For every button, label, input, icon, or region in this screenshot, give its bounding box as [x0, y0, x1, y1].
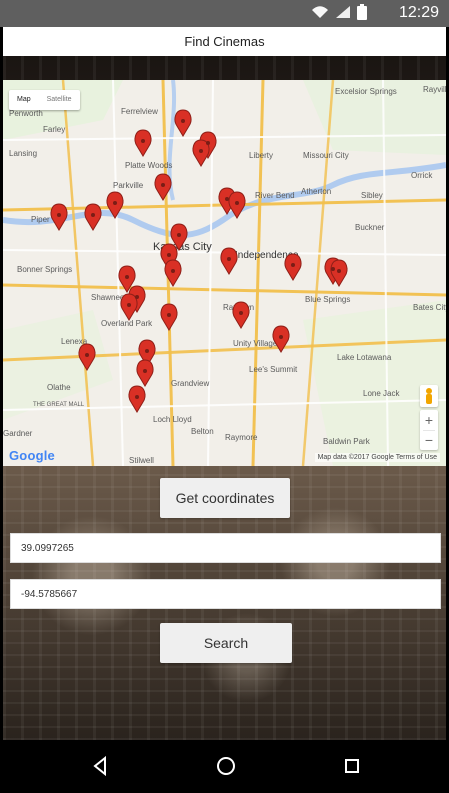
home-button[interactable] [212, 752, 240, 780]
place-label: Bates City [413, 303, 446, 312]
place-label: Loch Lloyd [153, 415, 192, 424]
place-label: Farley [43, 125, 65, 134]
street-view-pegman[interactable] [420, 385, 438, 407]
place-label: Excelsior Springs [335, 87, 397, 96]
place-label: Raymore [225, 433, 258, 442]
android-screen: 12:29 Find Cinemas Penworth Farley Lansi… [0, 0, 449, 793]
map-attribution[interactable]: Map data ©2017 Google Terms of Use [314, 453, 440, 462]
place-label: Sibley [361, 191, 383, 200]
back-button[interactable] [86, 752, 114, 780]
recents-button[interactable] [338, 752, 366, 780]
place-label: Shawnee [91, 293, 125, 302]
place-label: Blue Springs [305, 295, 350, 304]
place-label: Parkville [113, 181, 144, 190]
status-time: 12:29 [398, 4, 439, 21]
search-button[interactable]: Search [160, 623, 292, 663]
place-label: Lone Jack [363, 389, 400, 398]
status-bar: 12:29 [0, 0, 449, 27]
map-view[interactable]: Penworth Farley Lansing Piper Bonner Spr… [3, 80, 446, 466]
status-icons [311, 3, 367, 25]
place-label: Lee's Summit [249, 365, 298, 374]
map-type-map[interactable]: Map [9, 90, 39, 110]
place-label: Gardner [3, 429, 33, 438]
place-label: Penworth [9, 109, 43, 118]
signal-icon [335, 5, 351, 24]
app-title: Find Cinemas [184, 34, 265, 49]
place-label: Buckner [355, 223, 385, 232]
app-bar: Find Cinemas [3, 27, 446, 57]
place-label: River Bend [255, 191, 295, 200]
place-label: Overland Park [101, 319, 153, 328]
place-label: THE GREAT MALL [33, 402, 85, 408]
place-label: Belton [191, 427, 214, 436]
home-icon [217, 757, 235, 775]
place-label: Unity Village [233, 339, 278, 348]
place-label: Baldwin Park [323, 437, 371, 446]
place-label: Olathe [47, 383, 71, 392]
place-label: Lake Lotawana [337, 353, 392, 362]
map-type-toggle: Map Satellite [9, 90, 80, 110]
zoom-controls: + − [420, 410, 438, 450]
place-label: Platte Woods [125, 161, 172, 170]
place-label: Liberty [249, 151, 273, 160]
place-label: Piper [31, 215, 50, 224]
wifi-icon [311, 5, 329, 24]
zoom-out-button[interactable]: − [420, 430, 438, 450]
back-icon [93, 755, 106, 777]
get-coordinates-button[interactable]: Get coordinates [160, 478, 290, 518]
pegman-icon [426, 388, 432, 404]
longitude-field[interactable] [10, 579, 441, 609]
place-label: Lansing [9, 149, 37, 158]
place-label: Grandview [171, 379, 209, 388]
map-canvas: Penworth Farley Lansing Piper Bonner Spr… [3, 80, 446, 466]
place-label: Ferrelview [121, 107, 158, 116]
place-label: Missouri City [303, 151, 349, 160]
place-label: Orrick [411, 171, 433, 180]
battery-icon [357, 3, 367, 25]
place-label: Rayville [423, 85, 446, 94]
zoom-in-button[interactable]: + [420, 410, 438, 430]
place-label: Bonner Springs [17, 265, 72, 274]
recents-icon [345, 759, 359, 773]
place-label: Stilwell [129, 456, 154, 465]
place-label: Atherton [301, 187, 331, 196]
navigation-bar [0, 740, 449, 793]
latitude-field[interactable] [10, 533, 441, 563]
google-logo: Google [9, 448, 55, 463]
map-type-satellite[interactable]: Satellite [39, 90, 80, 110]
